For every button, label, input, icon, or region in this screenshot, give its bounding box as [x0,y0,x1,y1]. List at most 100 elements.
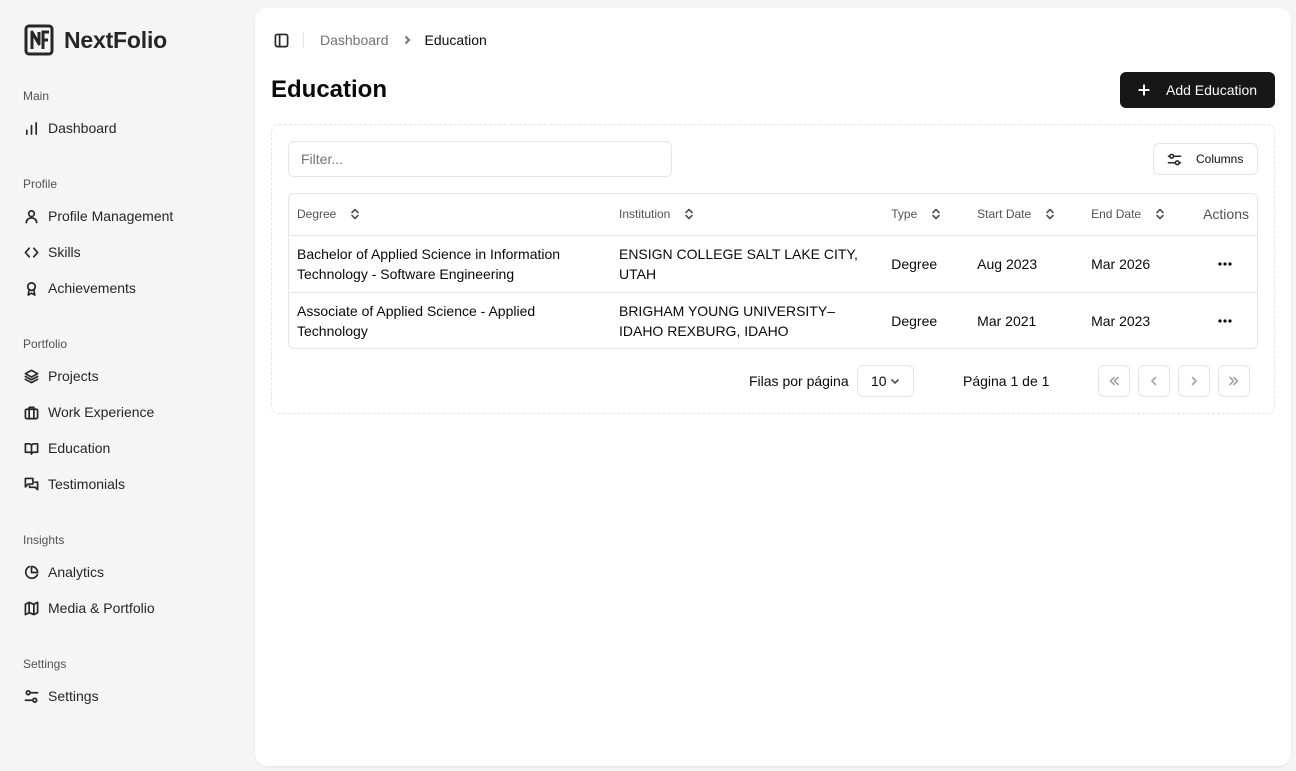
code-icon [23,244,39,260]
column-header-end-date[interactable]: End Date [1083,194,1193,236]
previous-page-button[interactable] [1138,365,1170,397]
chevron-right-icon [401,34,413,46]
cell-actions [1192,235,1257,293]
user-icon [23,208,39,224]
next-page-button[interactable] [1178,365,1210,397]
chevron-left-icon [1151,376,1157,386]
rows-per-page-value: 10 [871,373,887,389]
sidebar-item-label: Achievements [48,280,136,296]
sidebar-toggle-button[interactable] [271,30,291,50]
pie-chart-icon [23,564,39,580]
nextfolio-logo-icon [24,24,54,56]
cell-start-date: Aug 2023 [969,235,1084,293]
add-education-label: Add Education [1166,82,1258,98]
sidebar-item-dashboard[interactable]: Dashboard [16,113,240,143]
briefcase-icon [23,404,39,420]
cell-institution: ENSIGN COLLEGE SALT LAKE CITY, UTAH [610,235,884,293]
column-header-actions: Actions [1192,194,1257,236]
education-table-card: Columns Degree Institution Type Start Da… [271,124,1275,414]
brand-name: NextFolio [64,26,167,53]
sidebar-item-testimonials[interactable]: Testimonials [16,469,240,499]
page-title: Education [271,76,388,103]
sort-icon [685,208,694,220]
sidebar-item-education[interactable]: Education [16,433,240,463]
cell-end-date: Mar 2023 [1091,312,1151,329]
sidebar-item-achievements[interactable]: Achievements [16,273,240,303]
divider [303,32,304,48]
cell-type: Degree [891,312,938,329]
sidebar-item-label: Analytics [48,564,105,580]
sidebar-item-label: Media & Portfolio [48,600,155,616]
chevrons-left-icon [1109,376,1119,386]
pagination: Filas por página 10 Página 1 de 1 [272,365,1276,397]
sliders-horizontal-icon [1167,153,1182,165]
sort-icon [1156,208,1164,220]
sort-icon [932,208,941,220]
last-page-button[interactable] [1218,365,1250,397]
award-icon [23,280,39,296]
sidebar-item-work-experience[interactable]: Work Experience [16,397,240,427]
cell-degree: Bachelor of Applied Science in Informati… [289,235,611,293]
chevrons-right-icon [1229,376,1239,386]
book-open-icon [23,440,39,456]
bar-chart-icon [23,120,39,136]
table-row[interactable]: Bachelor of Applied Science in Informati… [289,235,1257,293]
add-education-button[interactable]: Add Education [1120,72,1275,108]
filter-input[interactable] [288,141,672,177]
group-label-main: Main [23,89,50,103]
sidebar-item-label: Projects [48,368,99,384]
education-table: Degree Institution Type Start Date End D… [288,193,1258,349]
sidebar-item-profile-management[interactable]: Profile Management [16,201,240,231]
columns-button[interactable]: Columns [1153,143,1258,175]
first-page-button[interactable] [1098,365,1130,397]
sidebar-item-settings[interactable]: Settings [16,681,240,711]
group-label-insights: Insights [23,533,65,547]
sidebar: NextFolio Main Dashboard Profile Profile… [0,0,255,771]
chevron-right-icon [1191,376,1197,386]
chevron-down-icon [890,378,899,385]
more-horizontal-icon [1218,261,1232,266]
panel-left-icon [274,33,288,47]
cell-start-date: Mar 2021 [977,312,1037,329]
table-row[interactable]: Associate of Applied Science - Applied T… [289,292,1257,348]
sidebar-item-label: Education [48,440,111,456]
column-header-type[interactable]: Type [883,194,970,236]
sidebar-item-skills[interactable]: Skills [16,237,240,267]
sort-icon [1046,208,1054,220]
group-label-profile: Profile [23,177,58,191]
layers-icon [23,368,39,384]
sidebar-item-media-portfolio[interactable]: Media & Portfolio [16,593,240,623]
brand[interactable]: NextFolio [24,24,167,56]
breadcrumb-dashboard[interactable]: Dashboard [320,32,389,48]
sidebar-item-label: Testimonials [48,476,126,492]
cell-type: Degree [883,235,970,293]
cell-degree: Associate of Applied Science - Applied T… [297,302,536,339]
group-label-settings: Settings [23,657,67,671]
map-icon [23,600,39,616]
rows-per-page-label: Filas por página [749,373,849,389]
plus-icon [1138,84,1150,96]
column-header-start-date[interactable]: Start Date [969,194,1084,236]
group-label-portfolio: Portfolio [23,337,68,351]
sidebar-item-label: Profile Management [48,208,174,224]
breadcrumb-current: Education [424,32,487,48]
cell-actions [1193,292,1257,348]
main-panel: Dashboard Education Education Add Educat… [255,8,1291,766]
more-horizontal-icon [1218,319,1232,323]
column-header-degree[interactable]: Degree [289,194,611,236]
sort-icon [351,208,360,220]
sidebar-item-label: Settings [48,688,99,704]
messages-icon [23,476,39,492]
row-actions-button[interactable] [1201,256,1249,272]
column-header-institution[interactable]: Institution [610,194,884,236]
table-header-row: Degree Institution Type Start Date End D… [289,194,1257,236]
cell-end-date: Mar 2026 [1083,235,1193,293]
page-info: Página 1 de 1 [963,373,1050,389]
topbar: Dashboard Education [271,30,487,50]
rows-per-page-select[interactable]: 10 [857,365,914,397]
columns-label: Columns [1196,152,1244,166]
sidebar-item-label: Work Experience [48,404,155,420]
sidebar-item-analytics[interactable]: Analytics [16,557,240,587]
row-actions-button[interactable] [1201,313,1249,329]
sidebar-item-projects[interactable]: Projects [16,361,240,391]
